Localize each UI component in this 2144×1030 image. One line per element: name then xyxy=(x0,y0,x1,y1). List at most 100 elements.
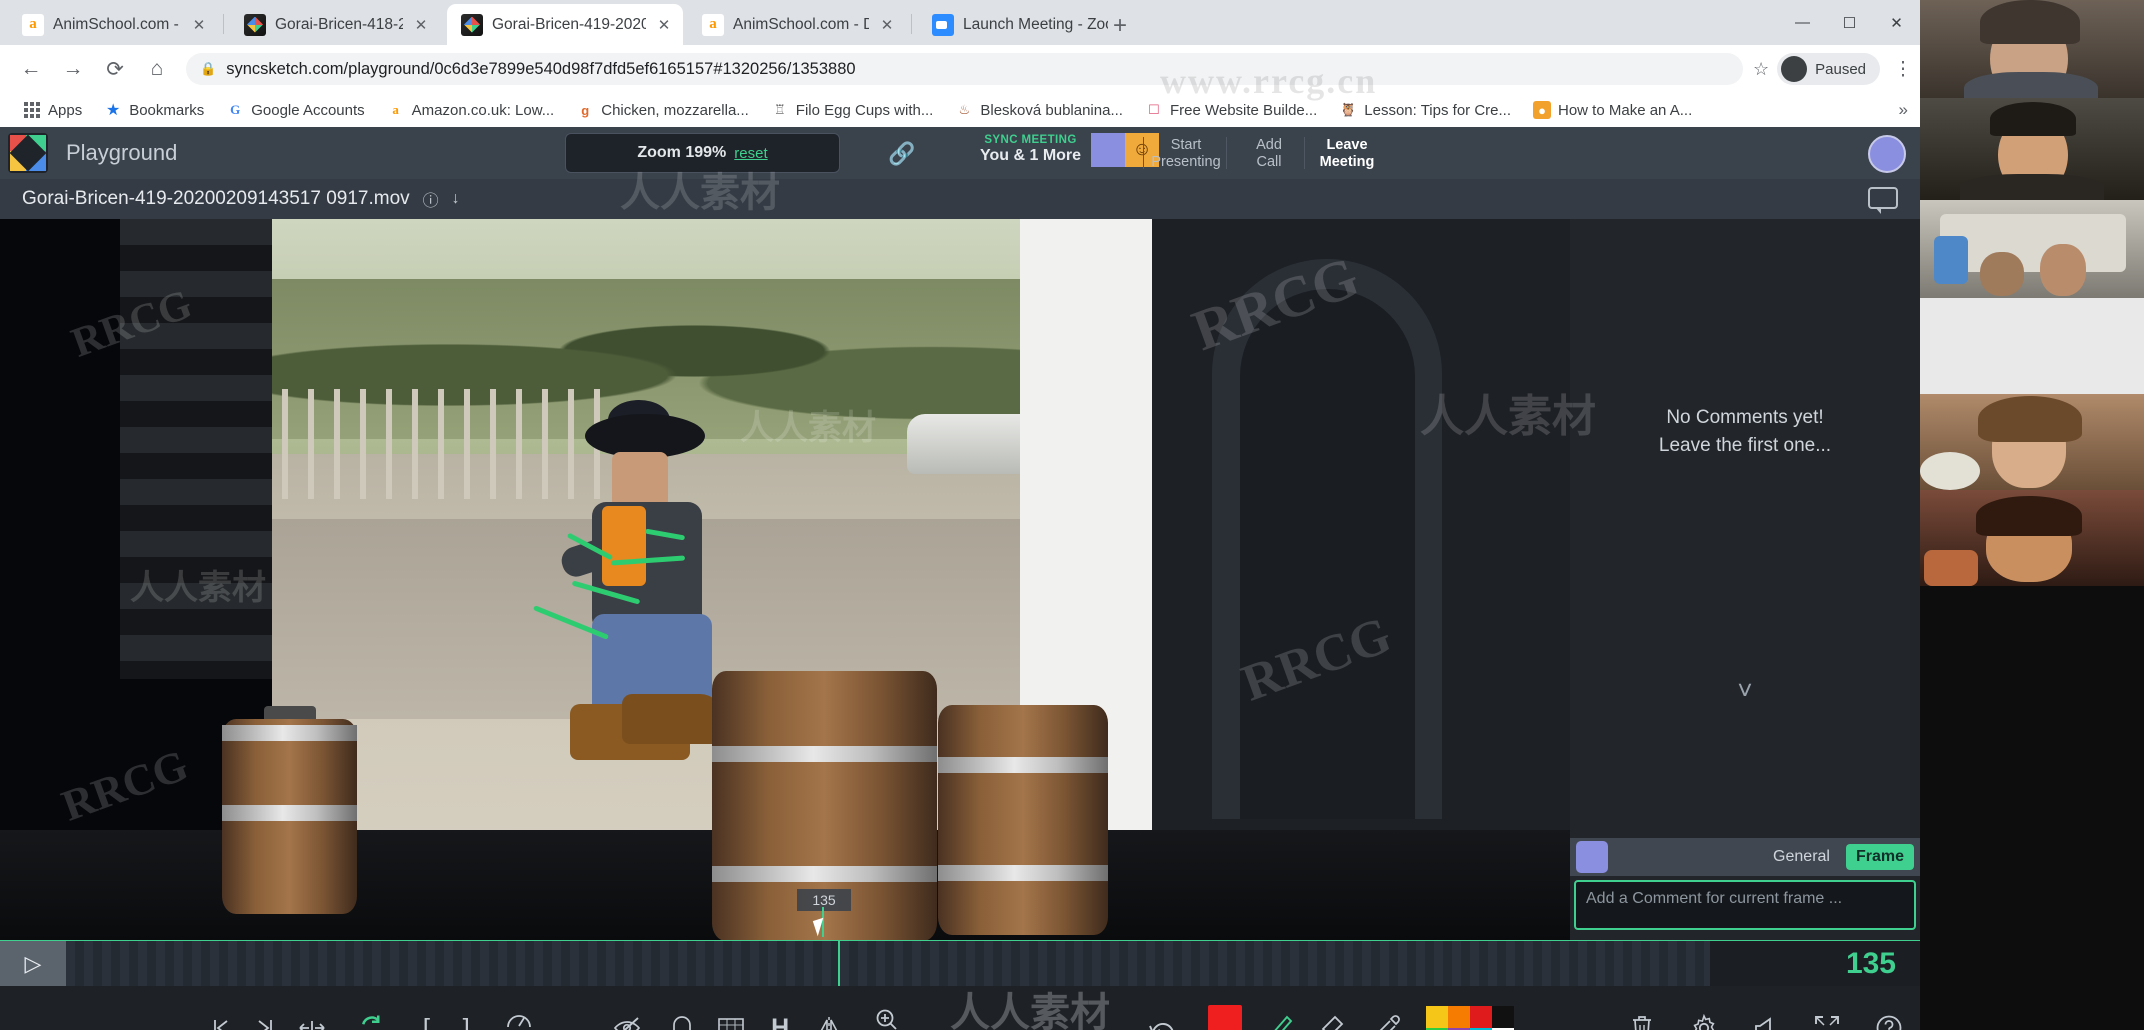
tab-close-button[interactable]: ✕ xyxy=(412,16,430,34)
loop-icon[interactable] xyxy=(337,986,407,1030)
divider xyxy=(1143,137,1144,169)
profile-chip[interactable]: Paused xyxy=(1777,53,1880,85)
close-window-button[interactable]: ✕ xyxy=(1873,0,1920,45)
zoom-participant-tile-4-no-video[interactable] xyxy=(1920,298,2144,394)
timeline-playhead[interactable] xyxy=(838,940,840,987)
color-palette[interactable] xyxy=(1416,986,1526,1030)
flip-icon[interactable] xyxy=(803,986,855,1030)
window-controls: — ☐ ✕ xyxy=(1779,0,1920,45)
undo-icon[interactable] xyxy=(1127,986,1197,1030)
syncsketch-logo-icon[interactable] xyxy=(8,133,48,173)
bookmark-bleskova-bublanina[interactable]: ♨ Blesková bublanina... xyxy=(944,95,1134,125)
back-button[interactable]: ← xyxy=(10,45,52,93)
chevron-down-icon[interactable]: ˅ xyxy=(1737,672,1752,710)
bookmarks-overflow-icon[interactable]: » xyxy=(1899,100,1908,120)
lock-icon: 🔒 xyxy=(200,61,217,76)
go-to-start-icon[interactable] xyxy=(199,986,243,1030)
bookmark-lesson-tips[interactable]: 🦉 Lesson: Tips for Cre... xyxy=(1328,95,1522,125)
comment-input[interactable]: Add a Comment for current frame ... xyxy=(1574,880,1916,930)
reload-button[interactable]: ⟳ xyxy=(94,45,136,93)
settings-gear-icon[interactable] xyxy=(1673,986,1735,1030)
app-header: Playground Zoom 199% reset 🔗 SYNC MEETIN… xyxy=(0,127,1920,179)
bookmark-google-accounts[interactable]: G Google Accounts xyxy=(215,95,375,125)
info-icon[interactable]: ⓘ xyxy=(423,187,439,211)
bookmark-how-to-make-an-a[interactable]: ● How to Make an A... xyxy=(1522,95,1703,125)
timeline-track[interactable] xyxy=(66,940,1710,987)
zoom-participant-tile-1[interactable] xyxy=(1920,0,2144,98)
zoom-participant-tile-3[interactable] xyxy=(1920,200,2144,298)
bookmark-free-website-builder[interactable]: ☐ Free Website Builde... xyxy=(1134,95,1328,125)
new-tab-button[interactable]: + xyxy=(1113,12,1127,40)
eraser-icon[interactable] xyxy=(1308,986,1362,1030)
url-text: syncsketch.com/playground/0c6d3e7899e540… xyxy=(226,59,856,78)
zoom-participant-tile-5[interactable] xyxy=(1920,394,2144,490)
download-icon[interactable]: ↓ xyxy=(452,190,460,208)
tab-general[interactable]: General xyxy=(1763,844,1840,870)
bookmark-amazon[interactable]: a Amazon.co.uk: Low... xyxy=(376,95,566,125)
play-icon[interactable]: ▷ xyxy=(0,940,66,987)
zoom-level-icon[interactable]: 199% xyxy=(855,986,917,1030)
media-viewer[interactable]: 135 No Comments yet! Leave the first one… xyxy=(0,219,1920,940)
comment-bubble-icon[interactable] xyxy=(1868,187,1898,214)
horizontal-guide-icon[interactable]: H xyxy=(757,986,803,1030)
owl-icon: 🦉 xyxy=(1340,102,1357,117)
home-button[interactable]: ⌂ xyxy=(136,45,178,93)
address-bar[interactable]: 🔒 syncsketch.com/playground/0c6d3e7899e5… xyxy=(186,53,1743,85)
bracket-in-icon[interactable]: [ xyxy=(406,986,446,1030)
browser-tab-1[interactable]: a AnimSchool.com - Dashboard ✕ xyxy=(8,4,218,45)
bookmark-apps[interactable]: Apps xyxy=(12,95,93,125)
step-frames-icon[interactable] xyxy=(287,986,337,1030)
leave-meeting-button[interactable]: Leave Meeting xyxy=(1309,131,1385,172)
grid-overlay-icon[interactable] xyxy=(705,986,757,1030)
browser-menu-icon[interactable]: ⋮ xyxy=(1886,45,1920,93)
video-stage[interactable]: 135 xyxy=(0,219,1570,940)
bookmark-bookmarks[interactable]: ★ Bookmarks xyxy=(93,95,215,125)
trash-icon[interactable] xyxy=(1611,986,1673,1030)
file-name: Gorai-Bricen-419-20200209143517 0917.mov xyxy=(22,188,410,209)
eyedropper-icon[interactable] xyxy=(1362,986,1416,1030)
hide-annotations-icon[interactable] xyxy=(596,986,658,1030)
link-icon[interactable]: 🔗 xyxy=(888,141,915,167)
add-call-button[interactable]: Add Call xyxy=(1231,131,1307,172)
browser-tab-2[interactable]: Gorai-Bricen-418-2020013019… ✕ xyxy=(230,4,440,45)
tab-close-button[interactable]: ✕ xyxy=(878,16,896,34)
browser-tab-4[interactable]: a AnimSchool.com - Dashboard ✕ xyxy=(688,4,906,45)
go-to-end-icon[interactable] xyxy=(243,986,287,1030)
onion-skin-icon[interactable] xyxy=(658,986,706,1030)
bracket-out-icon[interactable]: ] xyxy=(446,986,486,1030)
color-red-swatch[interactable] xyxy=(1196,986,1254,1030)
playback-speed-icon[interactable]: 24fps xyxy=(486,986,552,1030)
browser-tab-5[interactable]: Launch Meeting - Zoom xyxy=(918,4,1118,45)
bookmark-filo-egg-cups[interactable]: ♖ Filo Egg Cups with... xyxy=(760,95,945,125)
forward-button[interactable]: → xyxy=(52,45,94,93)
tab-frame[interactable]: Frame xyxy=(1845,844,1914,870)
tab-close-button[interactable]: ✕ xyxy=(190,16,208,34)
palette-swatches[interactable] xyxy=(1426,1006,1515,1030)
user-avatar[interactable] xyxy=(1868,135,1906,173)
current-frame-number: 135 xyxy=(1845,946,1896,980)
zoom-participant-tile-6[interactable] xyxy=(1920,490,2144,586)
zoom-participant-tile-2[interactable] xyxy=(1920,98,2144,200)
fullscreen-icon[interactable] xyxy=(1796,986,1858,1030)
browser-tab-3-active[interactable]: Gorai-Bricen-419-20200209143… ✕ xyxy=(447,4,683,45)
browser-chrome: a AnimSchool.com - Dashboard ✕ Gorai-Bri… xyxy=(0,0,1920,127)
help-icon[interactable] xyxy=(1858,986,1920,1030)
profile-status-label: Paused xyxy=(1815,60,1866,78)
maximize-button[interactable]: ☐ xyxy=(1826,0,1873,45)
tab-divider xyxy=(911,14,912,34)
zoom-reset-link[interactable]: reset xyxy=(734,145,767,162)
google-icon: G xyxy=(230,102,241,117)
volume-icon[interactable] xyxy=(1735,986,1797,1030)
bookmark-chicken-recipe[interactable]: g Chicken, mozzarella... xyxy=(565,95,760,125)
minimize-button[interactable]: — xyxy=(1779,0,1826,45)
character-rig-controls xyxy=(525,524,715,654)
bookmark-label: Blesková bublanina... xyxy=(980,101,1123,119)
pencil-icon[interactable] xyxy=(1254,986,1308,1030)
bookmark-star-icon[interactable]: ☆ xyxy=(1753,59,1769,80)
tab-close-button[interactable]: ✕ xyxy=(655,16,673,34)
comment-composer: General Frame Add a Comment for current … xyxy=(1570,838,1920,930)
bookmark-label: Bookmarks xyxy=(129,101,205,119)
zoom-control[interactable]: Zoom 199% reset xyxy=(565,133,840,173)
start-presenting-button[interactable]: Start Presenting xyxy=(1148,131,1224,172)
amazon-icon: a xyxy=(702,13,724,36)
